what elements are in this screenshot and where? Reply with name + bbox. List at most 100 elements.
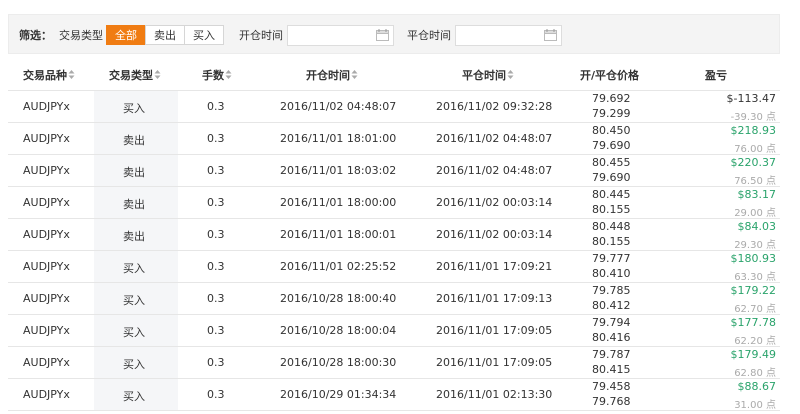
type-cell: 买入 — [123, 326, 145, 339]
symbol-cell: AUDJPYx — [23, 356, 70, 369]
filter-all-button[interactable]: 全部 — [106, 25, 146, 45]
symbol-cell: AUDJPYx — [23, 100, 70, 113]
col-price: 开/平仓价格 — [580, 69, 640, 82]
table-row[interactable]: AUDJPYx 买入 0.3 2016/11/02 04:48:07 2016/… — [8, 91, 780, 123]
calendar-icon[interactable] — [544, 29, 557, 41]
trade-type-toggle: 全部 卖出 买入 — [106, 25, 224, 45]
col-profit: 盈亏 — [705, 69, 727, 82]
filter-buy-button[interactable]: 买入 — [184, 25, 224, 45]
profit-cell: $220.37 — [730, 156, 777, 169]
open-price-cell: 79.794 — [592, 316, 631, 329]
filter-sell-button[interactable]: 卖出 — [145, 25, 185, 45]
sort-icon[interactable] — [68, 69, 75, 80]
open-price-cell: 80.455 — [592, 156, 631, 169]
lots-cell: 0.3 — [207, 292, 225, 305]
col-lots[interactable]: 手数 — [202, 67, 232, 83]
points-cell: 76.50 点 — [734, 176, 776, 187]
open-price-cell: 79.777 — [592, 252, 631, 265]
lots-cell: 0.3 — [207, 388, 225, 401]
close-price-cell: 80.155 — [592, 203, 631, 216]
close-time-cell: 2016/11/01 17:09:21 — [436, 260, 553, 273]
open-price-cell: 79.785 — [592, 284, 631, 297]
close-price-cell: 79.690 — [592, 139, 631, 152]
symbol-cell: AUDJPYx — [23, 388, 70, 401]
table-row[interactable]: AUDJPYx 卖出 0.3 2016/11/01 18:01:00 2016/… — [8, 123, 780, 155]
table-row[interactable]: AUDJPYx 卖出 0.3 2016/11/01 18:00:00 2016/… — [8, 187, 780, 219]
table-row[interactable]: AUDJPYx 卖出 0.3 2016/11/01 18:03:02 2016/… — [8, 155, 780, 187]
open-time-cell: 2016/11/02 04:48:07 — [280, 100, 397, 113]
profit-cell: $179.22 — [730, 284, 777, 297]
type-cell: 买入 — [123, 358, 145, 371]
close-price-cell: 80.415 — [592, 363, 631, 376]
trade-type-label: 交易类型 — [59, 29, 103, 42]
open-time-cell: 2016/11/01 02:25:52 — [280, 260, 397, 273]
points-cell: 29.30 点 — [734, 240, 776, 251]
open-time-input[interactable] — [287, 25, 394, 46]
table-row[interactable]: AUDJPYx 买入 0.3 2016/10/28 18:00:30 2016/… — [8, 347, 780, 379]
profit-cell: $180.93 — [730, 252, 777, 265]
lots-cell: 0.3 — [207, 164, 225, 177]
close-time-cell: 2016/11/02 00:03:14 — [436, 228, 553, 241]
close-time-label: 平仓时间 — [407, 29, 451, 42]
type-cell: 买入 — [123, 102, 145, 115]
table-row[interactable]: AUDJPYx 买入 0.3 2016/10/29 01:34:34 2016/… — [8, 379, 780, 411]
profit-cell: $88.67 — [737, 380, 777, 393]
table-row[interactable]: AUDJPYx 卖出 0.3 2016/11/01 18:00:01 2016/… — [8, 219, 780, 251]
type-cell: 买入 — [123, 294, 145, 307]
symbol-cell: AUDJPYx — [23, 324, 70, 337]
symbol-cell: AUDJPYx — [23, 292, 70, 305]
sort-icon[interactable] — [154, 69, 161, 80]
col-type[interactable]: 交易类型 — [109, 67, 161, 83]
points-cell: 63.30 点 — [734, 272, 776, 283]
close-price-cell: 80.410 — [592, 267, 631, 280]
points-cell: -39.30 点 — [730, 112, 776, 123]
col-open-time[interactable]: 开仓时间 — [306, 67, 358, 83]
symbol-cell: AUDJPYx — [23, 196, 70, 209]
close-time-cell: 2016/11/01 17:09:05 — [436, 324, 553, 337]
close-price-cell: 79.768 — [592, 395, 631, 408]
close-time-input[interactable] — [455, 25, 562, 46]
table-row[interactable]: AUDJPYx 买入 0.3 2016/10/28 18:00:04 2016/… — [8, 315, 780, 347]
table-row[interactable]: AUDJPYx 买入 0.3 2016/11/01 02:25:52 2016/… — [8, 251, 780, 283]
col-symbol[interactable]: 交易品种 — [23, 67, 75, 83]
close-price-cell: 80.412 — [592, 299, 631, 312]
lots-cell: 0.3 — [207, 356, 225, 369]
open-time-cell: 2016/10/28 18:00:30 — [280, 356, 397, 369]
profit-cell: $177.78 — [730, 316, 777, 329]
type-cell: 买入 — [123, 390, 145, 403]
lots-cell: 0.3 — [207, 228, 225, 241]
open-price-cell: 79.458 — [592, 380, 631, 393]
open-time-cell: 2016/10/28 18:00:40 — [280, 292, 397, 305]
close-time-cell: 2016/11/01 02:13:30 — [436, 388, 553, 401]
points-cell: 62.80 点 — [734, 368, 776, 379]
open-price-cell: 79.787 — [592, 348, 631, 361]
open-price-cell: 79.692 — [592, 92, 631, 105]
table-row[interactable]: AUDJPYx 买入 0.3 2016/10/28 18:00:40 2016/… — [8, 283, 780, 315]
filter-label: 筛选： — [19, 29, 52, 42]
lots-cell: 0.3 — [207, 324, 225, 337]
calendar-icon[interactable] — [376, 29, 389, 41]
sort-icon[interactable] — [225, 69, 232, 80]
sort-icon[interactable] — [507, 69, 514, 80]
open-price-cell: 80.445 — [592, 188, 631, 201]
profit-cell: $84.03 — [737, 220, 777, 233]
type-cell: 卖出 — [123, 166, 145, 179]
points-cell: 29.00 点 — [734, 208, 776, 219]
close-time-cell: 2016/11/02 04:48:07 — [436, 132, 553, 145]
open-time-cell: 2016/11/01 18:01:00 — [280, 132, 397, 145]
lots-cell: 0.3 — [207, 100, 225, 113]
profit-cell: $-113.47 — [726, 92, 776, 105]
open-time-label: 开仓时间 — [239, 29, 283, 42]
type-cell: 买入 — [123, 262, 145, 275]
points-cell: 62.20 点 — [734, 336, 776, 347]
open-time-cell: 2016/11/01 18:00:00 — [280, 196, 397, 209]
trade-history-panel: 筛选： 交易类型 全部 卖出 买入 开仓时间 平仓时间 交易品种 交易类型 手数… — [8, 14, 780, 411]
close-time-cell: 2016/11/02 04:48:07 — [436, 164, 553, 177]
sort-icon[interactable] — [351, 69, 358, 80]
type-cell: 卖出 — [123, 134, 145, 147]
col-close-time[interactable]: 平仓时间 — [462, 67, 514, 83]
profit-cell: $218.93 — [730, 124, 777, 137]
points-cell: 31.00 点 — [734, 400, 776, 411]
close-price-cell: 79.690 — [592, 171, 631, 184]
open-time-cell: 2016/11/01 18:00:01 — [280, 228, 397, 241]
